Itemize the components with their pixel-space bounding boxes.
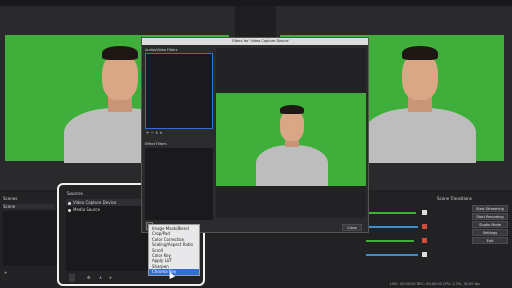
person-image <box>360 40 480 163</box>
settings-button[interactable]: Settings <box>472 229 508 236</box>
scenes-list <box>3 211 57 266</box>
person-image <box>254 101 330 186</box>
close-button[interactable]: Close <box>342 224 362 231</box>
eye-icon[interactable] <box>68 201 71 205</box>
mute-icon[interactable] <box>422 238 427 243</box>
mute-icon[interactable] <box>422 210 427 215</box>
add-filter-button[interactable]: + − ∧ ∨ <box>146 130 162 135</box>
add-source-button[interactable] <box>69 274 75 282</box>
status-bar: LIVE: 00:00:00 REC: 00:00:00 CPU: 2.3%, … <box>390 282 480 286</box>
sources-header: Sources <box>67 191 83 196</box>
scene-item[interactable]: Scene <box>3 204 55 209</box>
source-item[interactable]: Media Source <box>66 206 148 213</box>
filters-dialog: Filters for 'Video Capture Device' Audio… <box>141 37 369 233</box>
filter-preview <box>216 48 366 218</box>
filter-context-menu: Image Mask/Blend Crop/Pad Color Correcti… <box>148 224 200 276</box>
effect-filters-label: Effect Filters <box>145 142 167 146</box>
gear-icon[interactable]: ⚙ <box>87 275 91 280</box>
transitions-header: Scene Transitions <box>437 196 472 201</box>
volume-meter <box>366 240 414 242</box>
add-scene-button[interactable]: + <box>4 270 7 275</box>
effect-filter-list[interactable] <box>145 148 213 220</box>
start-streaming-button[interactable]: Start Streaming <box>472 205 508 212</box>
mute-icon[interactable] <box>422 252 427 257</box>
volume-meter <box>366 212 416 214</box>
mute-icon[interactable] <box>422 224 427 229</box>
volume-meter <box>366 254 418 256</box>
sources-list: Video Capture Device Media Source <box>66 199 148 271</box>
green-screen-preview <box>216 93 366 186</box>
scenes-dock: Scenes Scene + <box>0 194 60 282</box>
volume-meter <box>366 226 418 228</box>
source-item[interactable]: Video Capture Device <box>66 199 148 206</box>
audio-video-filter-list[interactable] <box>145 53 213 129</box>
exit-button[interactable]: Exit <box>472 237 508 244</box>
move-down-icon[interactable]: ∨ <box>109 275 112 280</box>
dialog-title: Filters for 'Video Capture Device' <box>232 39 290 43</box>
dialog-title-bar: Filters for 'Video Capture Device' <box>142 38 368 45</box>
scenes-header: Scenes <box>3 196 18 201</box>
eye-icon[interactable] <box>68 208 71 212</box>
menu-item-scaling-aspect-ratio[interactable]: Scaling/Aspect Ratio <box>149 242 199 247</box>
move-up-icon[interactable]: ∧ <box>99 275 102 280</box>
start-recording-button[interactable]: Start Recording <box>472 213 508 220</box>
audio-mixer <box>366 196 436 266</box>
studio-mode-button[interactable]: Studio Mode <box>472 221 508 228</box>
